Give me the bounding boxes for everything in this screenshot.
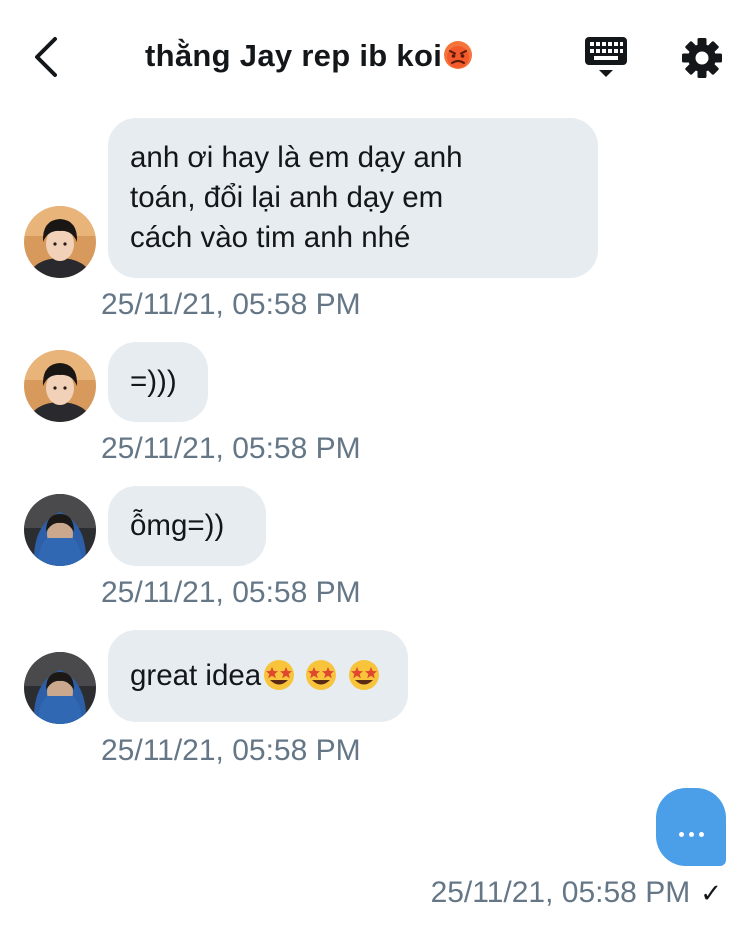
conversation-title-text: thằng Jay rep ib koi: [145, 38, 443, 73]
avatar-contact-b[interactable]: [24, 494, 96, 566]
star-struck-emoji-group: [262, 659, 380, 702]
star-struck-icon: [264, 660, 295, 690]
avatar-contact-a[interactable]: [24, 206, 96, 278]
keyboard-icon: [585, 37, 627, 77]
message-bubble[interactable]: anh ơi hay là em dạy anh toán, đổi lại a…: [108, 118, 598, 278]
sent-check-icon: ✓: [700, 878, 722, 908]
message-timestamp: 25/11/21, 05:58 PM: [101, 734, 361, 767]
angry-face-icon: [444, 41, 473, 69]
settings-button[interactable]: [680, 36, 724, 80]
person-photo: [24, 652, 96, 724]
message-timestamp: 25/11/21, 05:58 PM: [101, 432, 361, 465]
person-photo: [24, 494, 96, 566]
message-timestamp: 25/11/21, 05:58 PM: [101, 288, 361, 321]
chevron-left-icon: [35, 37, 57, 77]
sent-message-bubble[interactable]: [656, 788, 726, 866]
avatar-contact-b[interactable]: [24, 652, 96, 724]
message-text: =))): [130, 365, 177, 398]
back-button[interactable]: [22, 32, 70, 82]
message-timestamp: 25/11/21, 05:58 PM: [101, 576, 361, 609]
conversation-title[interactable]: thằng Jay rep ib koi: [145, 38, 565, 74]
person-photo: [24, 206, 96, 278]
star-struck-icon: [348, 660, 379, 690]
star-struck-icon: [306, 660, 337, 690]
keyboard-button[interactable]: [582, 34, 630, 80]
message-text: ỗmg=)): [130, 509, 225, 542]
message-text: great idea: [130, 659, 262, 692]
message-bubble[interactable]: great idea: [108, 630, 408, 722]
person-photo: [24, 350, 96, 422]
message-bubble[interactable]: ỗmg=)): [108, 486, 266, 566]
sent-timestamp: 25/11/21, 05:58 PM: [430, 876, 691, 909]
message-text: anh ơi hay là em dạy anh toán, đổi lại a…: [130, 141, 463, 254]
sent-message-meta: 25/11/21, 05:58 PM ✓: [431, 876, 722, 910]
message-bubble[interactable]: =))): [108, 342, 208, 422]
chat-header: thằng Jay rep ib koi: [0, 0, 750, 112]
avatar-contact-a[interactable]: [24, 350, 96, 422]
typing-dots: [678, 831, 704, 837]
gear-icon: [682, 38, 722, 78]
